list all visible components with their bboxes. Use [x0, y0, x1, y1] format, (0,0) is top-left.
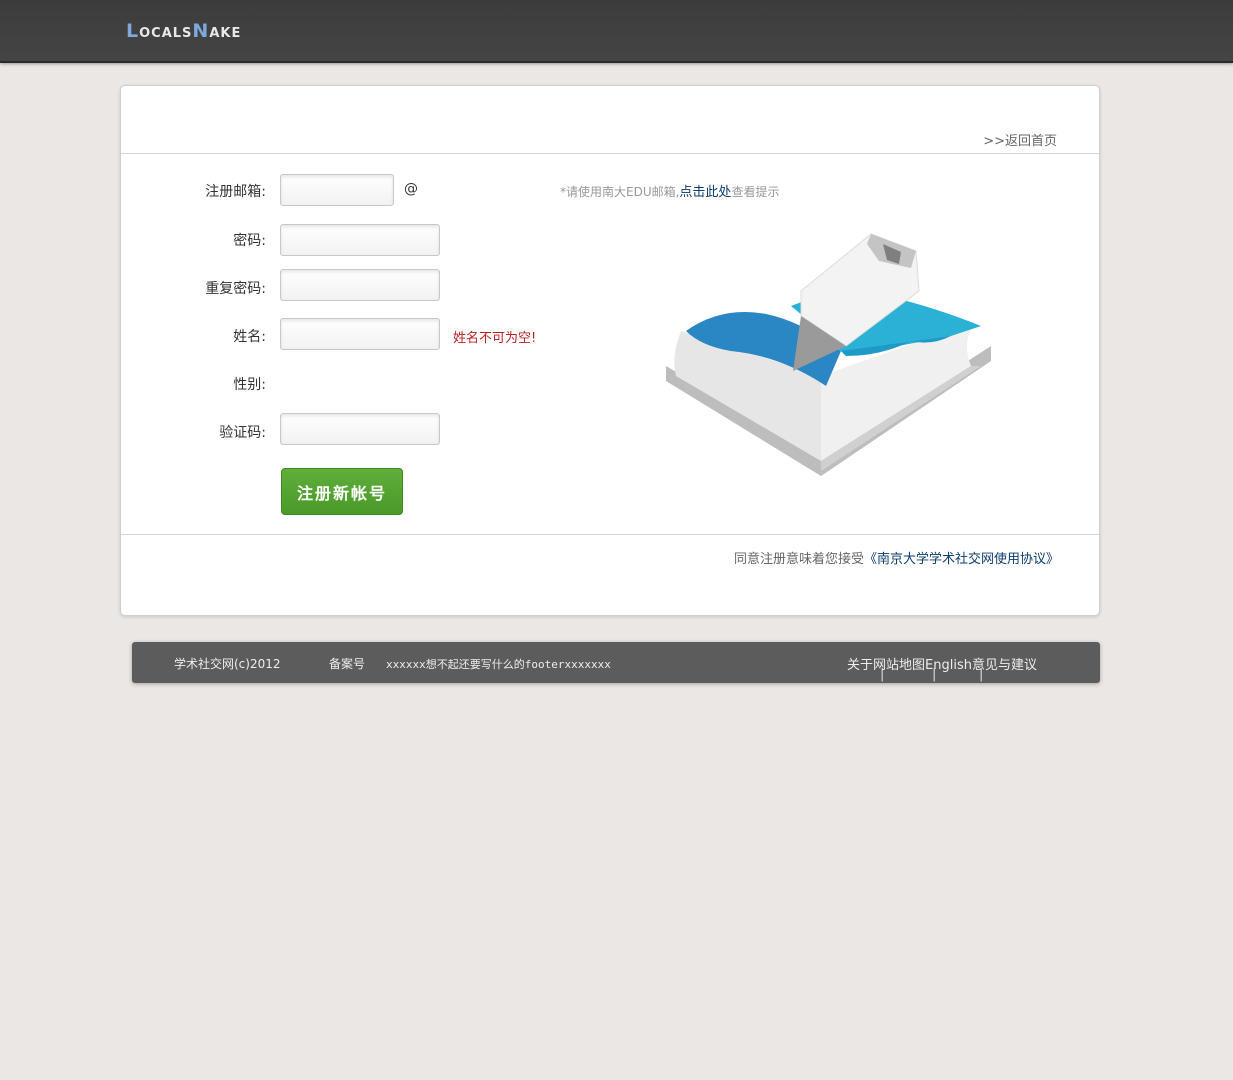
gender-label: 性别: — [233, 377, 266, 393]
register-card: >>返回首页 注册邮箱: @ *请使用南大EDU邮箱,点击此处查看提示 密码: … — [120, 85, 1100, 616]
logo-letter: N — [192, 20, 210, 42]
at-sign: @ — [404, 181, 418, 197]
agreement-text: 同意注册意味着您接受《南京大学学术社交网使用协议》 — [734, 548, 1059, 567]
name-field[interactable] — [280, 318, 440, 350]
footer-separator: | — [978, 667, 984, 682]
repeat-password-field[interactable] — [280, 269, 440, 301]
footer-links: 关于 | 网站地图 | English | 意见与建议 — [847, 654, 1037, 682]
divider — [121, 534, 1099, 535]
email-hint-text: 查看提示 — [731, 185, 780, 199]
captcha-label: 验证码: — [219, 425, 266, 441]
logo-text: ake — [209, 20, 242, 42]
email-hint: *请使用南大EDU邮箱,点击此处查看提示 — [560, 181, 779, 200]
email-hint-link[interactable]: 点击此处 — [679, 185, 731, 200]
divider — [121, 153, 1099, 154]
footer-note: xxxxxx想不起还要写什么的footerxxxxxxx — [386, 658, 611, 671]
footer-link-about[interactable]: 关于 — [847, 658, 873, 673]
footer-separator: | — [932, 667, 937, 682]
footer: 学术社交网(c)2012 备案号 xxxxxx想不起还要写什么的footerxx… — [132, 642, 1100, 683]
email-field[interactable] — [280, 174, 394, 206]
email-hint-text: *请使用南大EDU邮箱, — [560, 185, 680, 199]
agreement-link[interactable]: 《南京大学学术社交网使用协议》 — [864, 552, 1059, 567]
footer-record: 备案号 — [329, 657, 366, 671]
footer-copyright: 学术社交网(c)2012 — [174, 657, 281, 671]
name-label: 姓名: — [233, 329, 266, 345]
captcha-field[interactable] — [280, 413, 440, 445]
book-pencil-illustration — [666, 233, 991, 476]
logo-text: ocals — [139, 20, 193, 42]
register-button[interactable]: 注册新帐号 — [281, 468, 403, 515]
name-error: 姓名不可为空! — [453, 331, 537, 346]
logo-letter: L — [126, 20, 140, 42]
password-label: 密码: — [233, 233, 266, 249]
agreement-prefix: 同意注册意味着您接受 — [733, 552, 864, 567]
email-label: 注册邮箱: — [205, 184, 266, 200]
site-logo[interactable]: LocalsNake — [126, 20, 241, 42]
footer-separator: | — [880, 667, 885, 682]
back-home-link[interactable]: >>返回首页 — [983, 130, 1057, 149]
repeat-password-label: 重复密码: — [205, 281, 266, 297]
top-bar: LocalsNake — [0, 0, 1233, 63]
password-field[interactable] — [280, 224, 440, 256]
